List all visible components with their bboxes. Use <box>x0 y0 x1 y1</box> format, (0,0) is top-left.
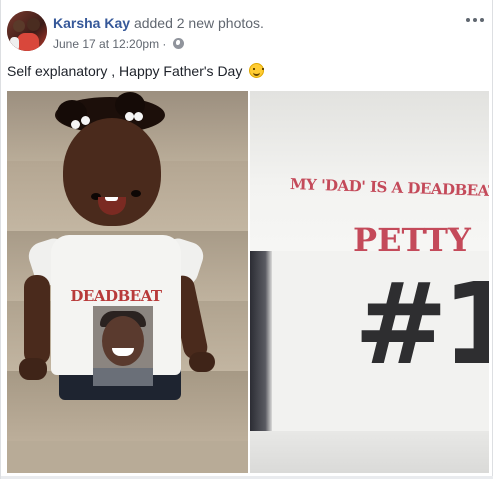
caption-text: Self explanatory , Happy Father's Day <box>7 63 243 79</box>
onesie-print: DEADBEAT <box>7 91 242 386</box>
globe-icon[interactable] <box>172 38 184 49</box>
author-name-link[interactable]: Karsha Kay <box>53 15 130 31</box>
tshirt-number: #1 <box>354 260 489 390</box>
smiling-face-icon <box>249 63 265 78</box>
onesie-portrait <box>93 306 153 386</box>
facebook-post: Karsha Kay added 2 new photos. June 17 a… <box>0 0 493 479</box>
post-photo-tshirt[interactable]: MY 'DAD' IS A DEADBEAT B** PETTY #1 <box>250 91 489 473</box>
post-action-text: added 2 new photos. <box>133 15 264 31</box>
more-options-icon <box>466 18 470 22</box>
more-options-button[interactable] <box>465 13 485 27</box>
post-timestamp-link[interactable]: June 17 at 12:20pm <box>53 37 159 51</box>
post-caption: Self explanatory , Happy Father's Day <box>7 63 265 79</box>
meta-separator: · <box>162 37 167 51</box>
post-header: Karsha Kay added 2 new photos. June 17 a… <box>7 8 487 56</box>
post-photo-baby[interactable]: DEADBEAT <box>7 91 248 473</box>
post-meta: June 17 at 12:20pm · <box>53 37 184 51</box>
tshirt-text-line2: PETTY <box>353 221 471 259</box>
author-avatar[interactable] <box>7 11 47 51</box>
post-title-line: Karsha Kay added 2 new photos. <box>53 15 264 31</box>
onesie-text: DEADBEAT <box>70 287 162 305</box>
